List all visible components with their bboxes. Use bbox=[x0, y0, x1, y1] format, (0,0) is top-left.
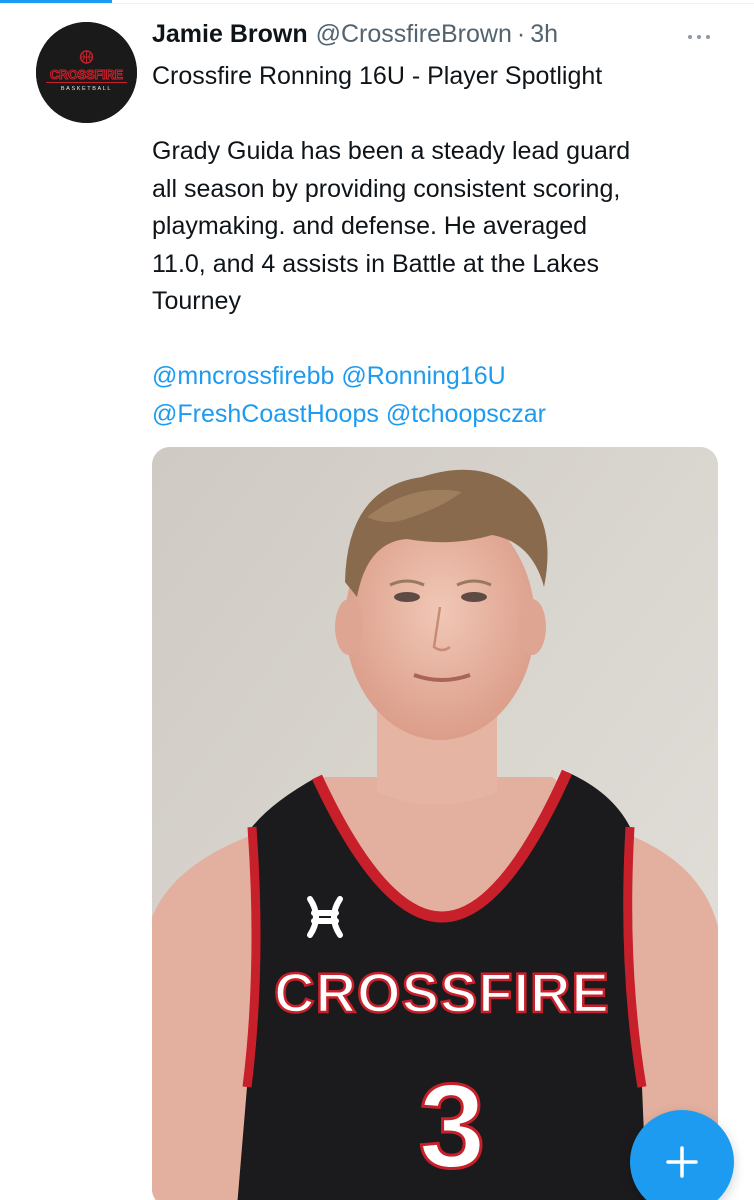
tweet-mentions: @mncrossfirebb @Ronning16U @FreshCoastHo… bbox=[152, 358, 732, 433]
tweet-title: Crossfire Ronning 16U - Player Spotlight bbox=[152, 58, 732, 96]
mention-link[interactable]: @FreshCoastHoops bbox=[152, 400, 379, 428]
avatar[interactable]: CROSSFIRE BASKETBALL bbox=[36, 22, 137, 123]
tweet-text-line: Tourney bbox=[152, 287, 241, 315]
tweet-photo[interactable]: CROSSFIRE 3 bbox=[152, 447, 718, 1200]
avatar-logo-bottom-text: BASKETBALL bbox=[61, 86, 112, 92]
player-photo: CROSSFIRE 3 bbox=[152, 447, 718, 1200]
tweet-text-line: playmaking. and defense. He averaged bbox=[152, 212, 588, 240]
mentions-line: @mncrossfirebb @Ronning16U bbox=[152, 358, 732, 396]
display-name[interactable]: Jamie Brown bbox=[152, 20, 308, 49]
mention-link[interactable]: @Ronning16U bbox=[341, 362, 505, 390]
jersey-text: CROSSFIRE bbox=[274, 961, 610, 1024]
tweet-text-line: all season by providing consistent scori… bbox=[152, 174, 621, 203]
plus-icon bbox=[666, 1146, 698, 1178]
mentions-line: @FreshCoastHoops @tchoopsczar bbox=[152, 396, 732, 434]
tweet-header: Jamie Brown @CrossfireBrown · 3h bbox=[152, 20, 558, 52]
jersey-number: 3 bbox=[419, 1059, 486, 1193]
avatar-logo-top-text: CROSSFIRE bbox=[50, 68, 123, 82]
user-handle[interactable]: @CrossfireBrown bbox=[316, 20, 512, 49]
tweet-text-line: Grady Guida has been a steady lead guard bbox=[152, 137, 631, 165]
more-horizontal-icon[interactable] bbox=[682, 24, 716, 50]
tweet-body: Grady Guida has been a steady lead guard… bbox=[152, 133, 732, 321]
separator-dot: · bbox=[516, 20, 526, 48]
tweet-text-line: Crossfire Ronning 16U - Player Spotlight bbox=[152, 62, 603, 90]
tweet[interactable]: CROSSFIRE BASKETBALL Jamie Brown @Crossf… bbox=[0, 0, 754, 1200]
mention-link[interactable]: @mncrossfirebb bbox=[152, 362, 334, 390]
timestamp[interactable]: 3h bbox=[530, 20, 558, 49]
mention-link[interactable]: @tchoopsczar bbox=[386, 400, 546, 428]
tweet-text-line: 11.0, and 4 assists in Battle at the Lak… bbox=[152, 249, 600, 278]
crossfire-basketball-logo: CROSSFIRE BASKETBALL bbox=[36, 22, 137, 123]
